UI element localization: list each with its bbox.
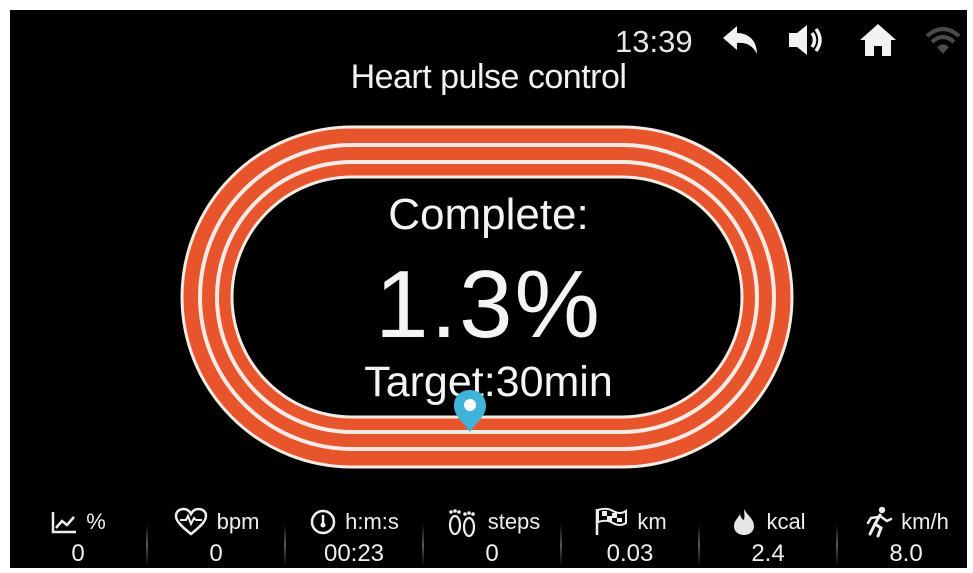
chart-line-icon <box>51 512 77 534</box>
runner-icon <box>866 506 893 538</box>
stat-value: 0 <box>485 540 499 567</box>
stat-percent: % 0 <box>10 502 146 568</box>
checkered-flag-icon <box>596 507 628 535</box>
stat-unit: steps <box>487 509 541 534</box>
stat-unit: kcal <box>766 509 806 534</box>
stat-value: 0 <box>71 540 85 567</box>
stat-value: 00:23 <box>323 540 385 567</box>
stat-time: h:m:s 00:23 <box>286 502 422 568</box>
stat-distance: km 0.03 <box>562 502 698 568</box>
stat-bpm: bpm 0 <box>148 502 284 568</box>
stat-value: 0.03 <box>606 540 654 567</box>
stat-steps: steps 0 <box>424 502 560 568</box>
stat-calories: kcal 2.4 <box>700 502 836 568</box>
stat-unit: km/h <box>901 509 949 534</box>
heart-pulse-icon <box>174 507 207 536</box>
complete-percent: 1.3% <box>375 251 602 358</box>
stat-unit: bpm <box>216 509 260 534</box>
stat-unit: km <box>637 509 667 534</box>
stat-value: 8.0 <box>889 540 923 567</box>
stat-unit: % <box>86 509 106 534</box>
flame-icon <box>734 509 755 535</box>
stat-value: 0 <box>209 540 223 567</box>
screen: 13:39 Heart pulse control Complete: 1.3%… <box>10 10 967 568</box>
stats-bar: % 0 bpm 0 h:m:s 00:23 steps 0 km 0.03 kc… <box>10 502 967 568</box>
location-pin-icon <box>454 390 486 432</box>
complete-label: Complete: <box>388 190 589 239</box>
timer-icon <box>310 509 336 535</box>
footprints-icon <box>448 509 475 538</box>
stat-speed: km/h 8.0 <box>838 502 967 568</box>
stat-value: 2.4 <box>751 540 785 567</box>
stat-unit: h:m:s <box>345 509 399 534</box>
